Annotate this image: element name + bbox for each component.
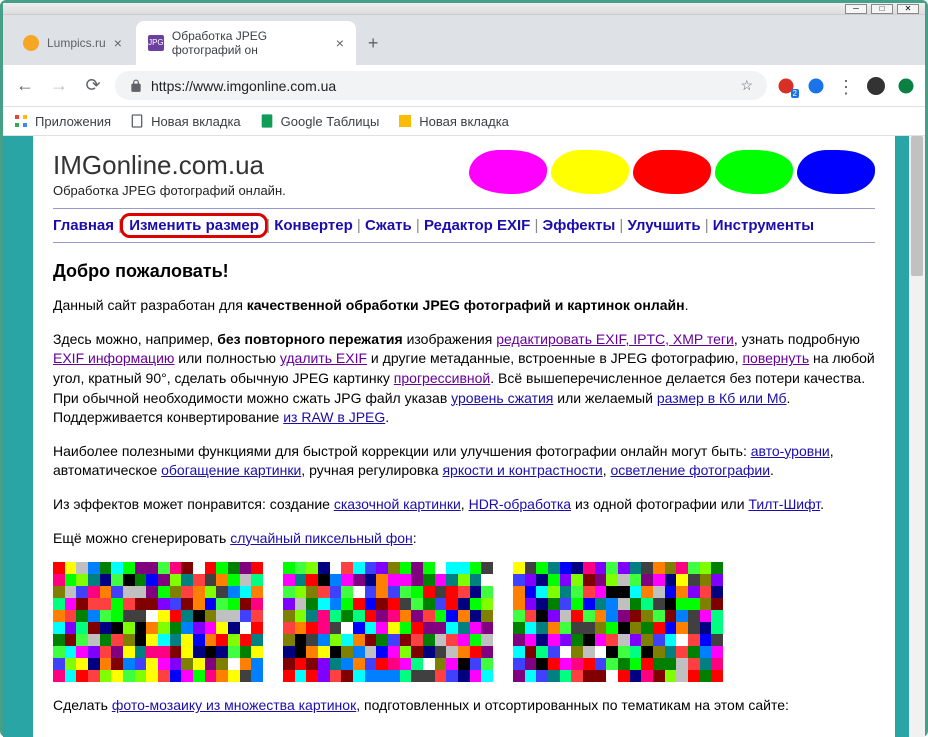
favicon-icon: JPG — [148, 35, 164, 51]
bookmark-label: Новая вкладка — [151, 114, 241, 129]
link-lighten[interactable]: осветление фотографии — [610, 462, 770, 478]
nav-link-1[interactable]: Изменить размер — [129, 217, 259, 234]
link-compress-level[interactable]: уровень сжатия — [451, 390, 553, 406]
paragraph-1: Данный сайт разработан для качественной … — [53, 296, 875, 316]
link-rotate[interactable]: повернуть — [742, 350, 809, 366]
apps-icon — [13, 113, 29, 129]
extension-icon[interactable]: 2 — [777, 77, 795, 95]
highlight-annotation: Изменить размер — [120, 213, 268, 238]
tab-title: Lumpics.ru — [47, 36, 106, 50]
close-tab-icon[interactable]: × — [114, 35, 122, 51]
link-fairy[interactable]: сказочной картинки — [334, 496, 461, 512]
link-raw-jpeg[interactable]: из RAW в JPEG — [283, 409, 385, 425]
pixel-grid-1 — [53, 562, 263, 682]
back-button[interactable]: ← — [13, 74, 37, 98]
tab-title: Обработка JPEG фотографий он — [172, 29, 328, 57]
color-blob — [551, 150, 629, 194]
scrollbar[interactable] — [909, 136, 925, 737]
paragraph-3: Наиболее полезными функциями для быстрой… — [53, 442, 875, 481]
bookmark-new-tab-2[interactable]: Новая вкладка — [397, 113, 509, 129]
generic-icon — [397, 113, 413, 129]
page-content: IMGonline.com.ua Обработка JPEG фотограф… — [33, 136, 895, 737]
main-content: Добро пожаловать! Данный сайт разработан… — [53, 259, 875, 716]
nav-link-2[interactable]: Конвертер — [274, 217, 353, 234]
titlebar: ─ □ ✕ — [3, 3, 925, 15]
maximize-button[interactable]: □ — [871, 4, 893, 14]
browser-toolbar: ← → ⟳ https://www.imgonline.com.ua ☆ 2 ⋮ — [3, 65, 925, 107]
link-hdr[interactable]: HDR-обработка — [469, 496, 572, 512]
new-tab-button[interactable]: + — [358, 29, 389, 58]
color-blob — [797, 150, 875, 194]
nav-link-3[interactable]: Сжать — [365, 217, 412, 234]
paragraph-5: Ещё можно сгенерировать случайный пиксел… — [53, 529, 875, 549]
bookmarks-bar: Приложения Новая вкладка Google Таблицы … — [3, 107, 925, 136]
color-blobs — [469, 150, 875, 194]
menu-icon[interactable]: ⋮ — [837, 77, 855, 95]
pixel-grid-2 — [283, 562, 493, 682]
link-brightness[interactable]: яркости и контрастности — [442, 462, 602, 478]
bookmark-label: Приложения — [35, 114, 111, 129]
nav-link-4[interactable]: Редактор EXIF — [424, 217, 530, 234]
link-enrich[interactable]: обогащение картинки — [161, 462, 301, 478]
bookmark-new-tab-1[interactable]: Новая вкладка — [129, 113, 241, 129]
link-mosaic[interactable]: фото-мозаику из множества картинок — [112, 697, 356, 713]
paragraph-2: Здесь можно, например, без повторного пе… — [53, 330, 875, 428]
color-blob — [469, 150, 547, 194]
reload-button[interactable]: ⟳ — [81, 74, 105, 98]
link-exif-info[interactable]: EXIF информацию — [53, 350, 174, 366]
lock-icon — [129, 79, 143, 93]
color-blob — [633, 150, 711, 194]
site-nav: Главная | Изменить размер | Конвертер | … — [53, 208, 875, 243]
link-auto-levels[interactable]: авто-уровни — [751, 443, 830, 459]
link-tiltshift[interactable]: Тилт-Шифт — [748, 496, 820, 512]
url-text: https://www.imgonline.com.ua — [151, 78, 336, 94]
globe-icon[interactable] — [807, 77, 825, 95]
pixel-grid-row — [53, 562, 875, 682]
bookmark-label: Новая вкладка — [419, 114, 509, 129]
link-edit-exif[interactable]: редактировать EXIF, IPTC, XMP теги — [496, 331, 734, 347]
page-header: IMGonline.com.ua Обработка JPEG фотограф… — [53, 150, 875, 198]
sheets-icon — [259, 113, 275, 129]
nav-link-5[interactable]: Эффекты — [543, 217, 616, 234]
bookmark-sheets[interactable]: Google Таблицы — [259, 113, 380, 129]
link-size-kb[interactable]: размер в Кб или Мб — [657, 390, 787, 406]
tab-lumpics[interactable]: Lumpics.ru × — [11, 27, 134, 59]
viewport: IMGonline.com.ua Обработка JPEG фотограф… — [3, 136, 925, 737]
scrollbar-thumb[interactable] — [911, 136, 923, 276]
link-random-pixel[interactable]: случайный пиксельный фон — [230, 530, 413, 546]
pixel-grid-3 — [513, 562, 723, 682]
doc-icon — [129, 113, 145, 129]
close-tab-icon[interactable]: × — [336, 35, 344, 51]
nav-link-6[interactable]: Улучшить — [628, 217, 701, 234]
bookmark-apps[interactable]: Приложения — [13, 113, 111, 129]
tab-imgonline[interactable]: JPG Обработка JPEG фотографий он × — [136, 21, 356, 65]
nav-link-0[interactable]: Главная — [53, 217, 114, 234]
welcome-heading: Добро пожаловать! — [53, 259, 875, 284]
link-delete-exif[interactable]: удалить EXIF — [280, 350, 367, 366]
window-frame: ─ □ ✕ Lumpics.ru × JPG Обработка JPEG фо… — [0, 0, 928, 737]
bookmark-label: Google Таблицы — [281, 114, 380, 129]
toolbar-icons: 2 ⋮ — [777, 77, 915, 95]
paragraph-6: Сделать фото-мозаику из множества картин… — [53, 696, 875, 716]
forward-button[interactable]: → — [47, 74, 71, 98]
avatar-icon[interactable] — [867, 77, 885, 95]
link-progressive[interactable]: прогрессивной — [394, 370, 490, 386]
close-window-button[interactable]: ✕ — [897, 4, 919, 14]
minimize-button[interactable]: ─ — [845, 4, 867, 14]
site-subtitle: Обработка JPEG фотографий онлайн. — [53, 183, 286, 198]
paragraph-4: Из эффектов может понравится: создание с… — [53, 495, 875, 515]
nav-link-7[interactable]: Инструменты — [713, 217, 814, 234]
site-title: IMGonline.com.ua — [53, 150, 286, 181]
star-icon[interactable]: ☆ — [740, 77, 753, 94]
status-icon[interactable] — [897, 77, 915, 95]
address-bar[interactable]: https://www.imgonline.com.ua ☆ — [115, 71, 767, 100]
favicon-icon — [23, 35, 39, 51]
color-blob — [715, 150, 793, 194]
tab-strip: Lumpics.ru × JPG Обработка JPEG фотограф… — [3, 15, 925, 65]
badge: 2 — [791, 89, 799, 98]
